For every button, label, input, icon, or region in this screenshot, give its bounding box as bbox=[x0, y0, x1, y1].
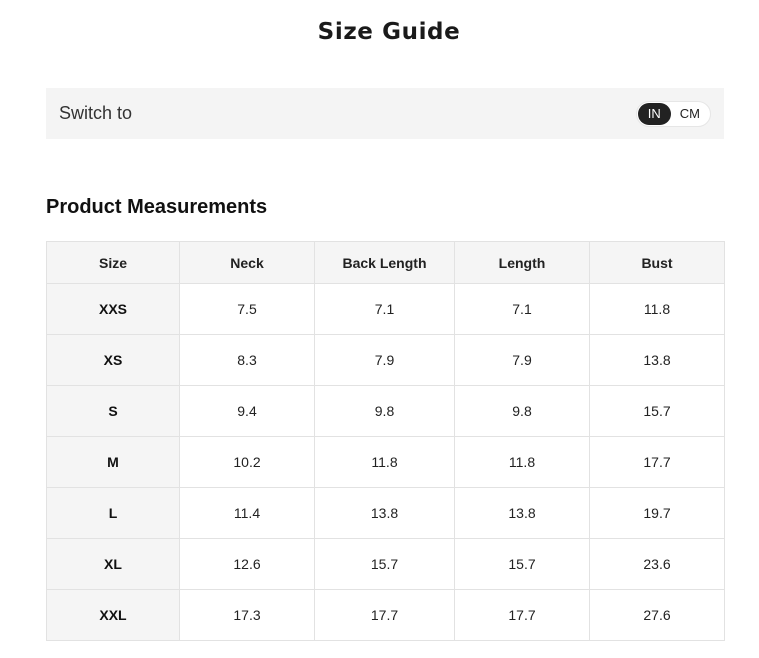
bust-cell: 27.6 bbox=[589, 589, 725, 641]
neck-cell: 9.4 bbox=[179, 385, 315, 437]
bust-cell: 13.8 bbox=[589, 334, 725, 386]
neck-cell: 7.5 bbox=[179, 283, 315, 335]
unit-option-in[interactable]: IN bbox=[637, 102, 671, 125]
header-length: Length bbox=[454, 241, 590, 284]
back-length-cell: 17.7 bbox=[314, 589, 455, 641]
table-row: XXL 17.3 17.7 17.7 27.6 bbox=[46, 589, 725, 641]
unit-switch-bar: Switch to IN CM bbox=[46, 88, 724, 139]
table-row: XXS 7.5 7.1 7.1 11.8 bbox=[46, 283, 725, 335]
measurements-table: Size Neck Back Length Length Bust XXS 7.… bbox=[46, 241, 725, 641]
size-cell: XS bbox=[46, 334, 180, 386]
length-cell: 7.9 bbox=[454, 334, 590, 386]
neck-cell: 12.6 bbox=[179, 538, 315, 590]
unit-toggle[interactable]: IN CM bbox=[635, 100, 711, 127]
neck-cell: 8.3 bbox=[179, 334, 315, 386]
table-row: S 9.4 9.8 9.8 15.7 bbox=[46, 385, 725, 437]
length-cell: 15.7 bbox=[454, 538, 590, 590]
back-length-cell: 11.8 bbox=[314, 436, 455, 488]
neck-cell: 11.4 bbox=[179, 487, 315, 539]
header-neck: Neck bbox=[179, 241, 315, 284]
size-cell: XXS bbox=[46, 283, 180, 335]
unit-option-cm[interactable]: CM bbox=[671, 103, 709, 125]
table-row: XS 8.3 7.9 7.9 13.8 bbox=[46, 334, 725, 386]
table-row: L 11.4 13.8 13.8 19.7 bbox=[46, 487, 725, 539]
table-row: M 10.2 11.8 11.8 17.7 bbox=[46, 436, 725, 488]
length-cell: 17.7 bbox=[454, 589, 590, 641]
table-row: XL 12.6 15.7 15.7 23.6 bbox=[46, 538, 725, 590]
neck-cell: 17.3 bbox=[179, 589, 315, 641]
back-length-cell: 7.9 bbox=[314, 334, 455, 386]
size-cell: S bbox=[46, 385, 180, 437]
neck-cell: 10.2 bbox=[179, 436, 315, 488]
bust-cell: 15.7 bbox=[589, 385, 725, 437]
bust-cell: 17.7 bbox=[589, 436, 725, 488]
back-length-cell: 13.8 bbox=[314, 487, 455, 539]
switch-label: Switch to bbox=[59, 103, 133, 123]
header-back-length: Back Length bbox=[314, 241, 455, 284]
size-cell: XXL bbox=[46, 589, 180, 641]
bust-cell: 11.8 bbox=[589, 283, 725, 335]
bust-cell: 19.7 bbox=[589, 487, 725, 539]
bust-cell: 23.6 bbox=[589, 538, 725, 590]
size-cell: XL bbox=[46, 538, 180, 590]
size-cell: L bbox=[46, 487, 180, 539]
length-cell: 7.1 bbox=[454, 283, 590, 335]
length-cell: 13.8 bbox=[454, 487, 590, 539]
back-length-cell: 15.7 bbox=[314, 538, 455, 590]
header-size: Size bbox=[46, 241, 180, 284]
length-cell: 9.8 bbox=[454, 385, 590, 437]
header-bust: Bust bbox=[589, 241, 725, 284]
table-header-row: Size Neck Back Length Length Bust bbox=[46, 241, 725, 284]
back-length-cell: 7.1 bbox=[314, 283, 455, 335]
back-length-cell: 9.8 bbox=[314, 385, 455, 437]
section-title: Product Measurements bbox=[46, 196, 268, 218]
length-cell: 11.8 bbox=[454, 436, 590, 488]
size-cell: M bbox=[46, 436, 180, 488]
page-title: Size Guide bbox=[317, 19, 461, 45]
